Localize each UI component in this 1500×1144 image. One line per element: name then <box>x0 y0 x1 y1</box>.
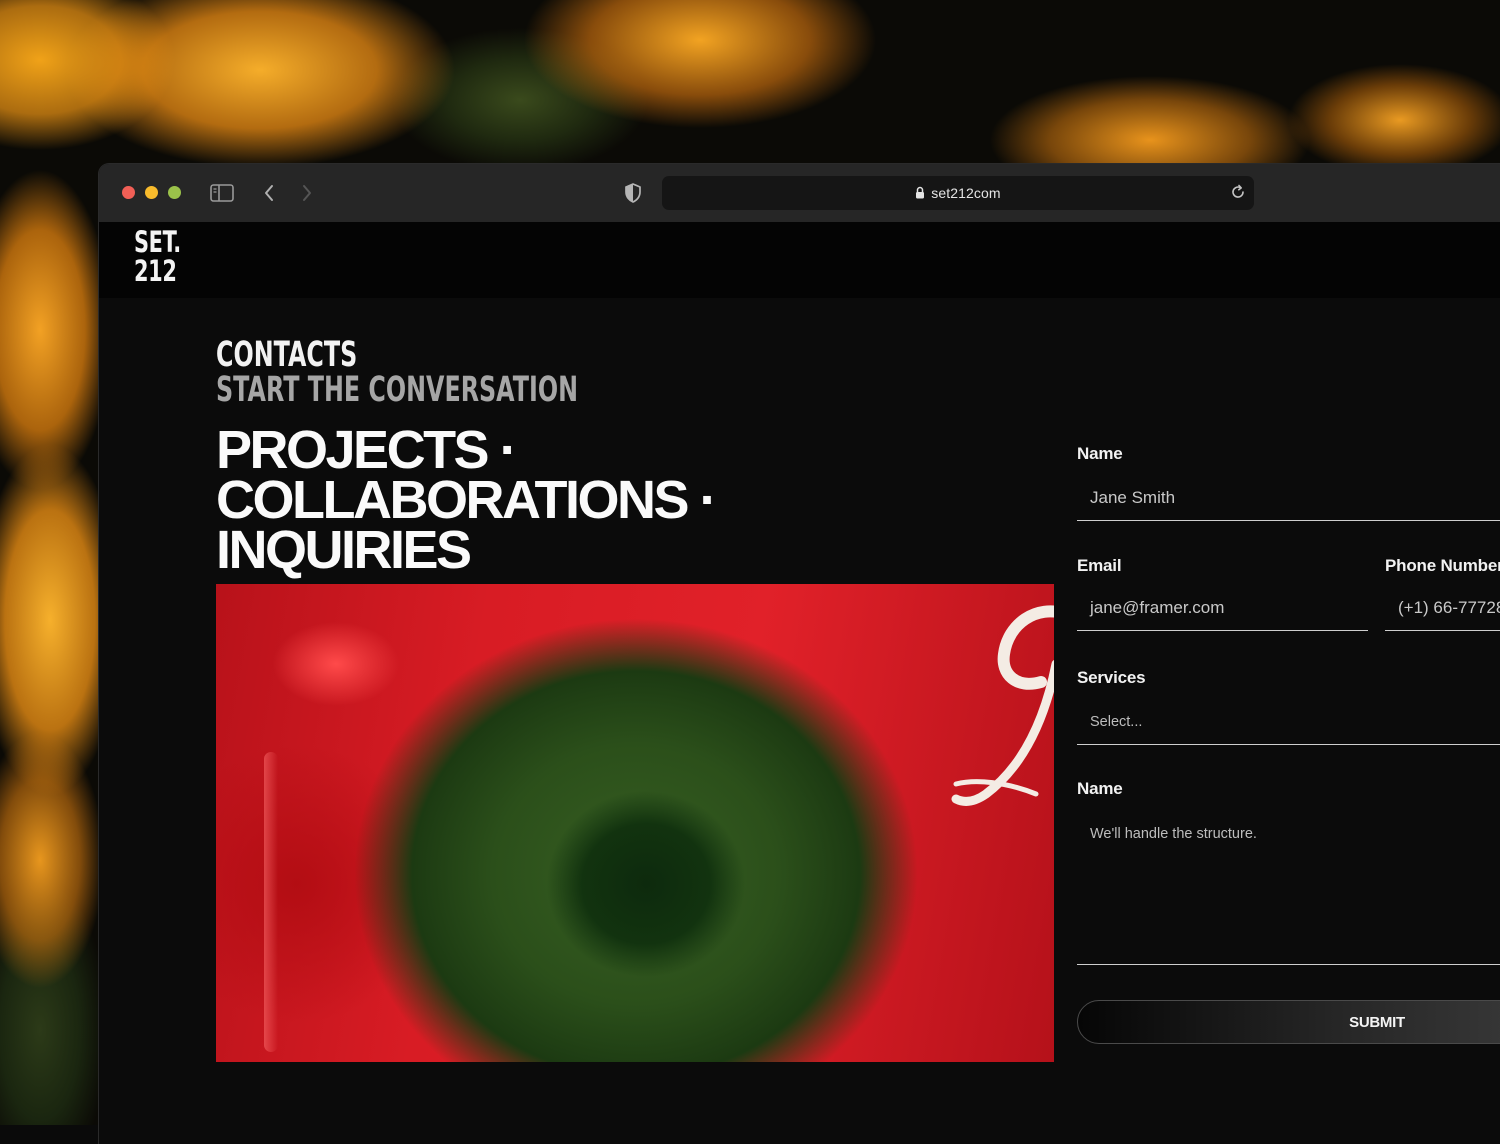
url-text: set212com <box>931 185 1001 201</box>
headline-line: INQUIRIES <box>216 520 472 580</box>
back-arrow-icon[interactable] <box>259 181 279 205</box>
contact-section: CONTACTS START THE CONVERSATION PROJECTS… <box>99 298 1500 1144</box>
privacy-shield-icon[interactable] <box>621 181 645 205</box>
services-placeholder: Select... <box>1090 714 1143 730</box>
services-label: Services <box>1077 668 1146 687</box>
name-value: Jane Smith <box>1090 488 1176 507</box>
name-label: Name <box>1077 444 1123 463</box>
site-header: SET. 212 <box>99 222 1500 298</box>
browser-toolbar: set212com <box>99 164 1500 223</box>
wreath-photo <box>216 584 1054 1062</box>
message-placeholder: We'll handle the structure. <box>1090 826 1257 842</box>
message-textarea[interactable]: We'll handle the structure. <box>1077 808 1500 965</box>
message-label: Name <box>1077 779 1123 798</box>
phone-value: (+1) 66-77728 <box>1398 598 1500 617</box>
zoom-window-button[interactable] <box>168 186 181 199</box>
name-field[interactable]: Jane Smith <box>1077 474 1500 521</box>
script-lettering-graphic <box>951 605 1054 806</box>
lock-icon <box>915 186 925 202</box>
services-select[interactable]: Select... <box>1077 698 1500 745</box>
address-bar[interactable]: set212com <box>662 176 1254 210</box>
section-subtitle: START THE CONVERSATION <box>216 370 579 410</box>
close-window-button[interactable] <box>122 186 135 199</box>
site-logo[interactable]: SET. 212 <box>134 228 181 286</box>
phone-field[interactable]: (+1) 66-77728 <box>1385 586 1500 631</box>
headline: PROJECTS · COLLABORATIONS · INQUIRIES <box>216 420 717 580</box>
browser-window: set212com SET. 212 CONTACTS START THE CO… <box>99 164 1500 1144</box>
headline-line: COLLABORATIONS · <box>216 470 717 530</box>
submit-label: SUBMIT <box>1349 1014 1405 1031</box>
email-value: jane@framer.com <box>1090 598 1225 617</box>
headline-line: PROJECTS · <box>216 420 518 480</box>
submit-button[interactable]: SUBMIT <box>1077 1000 1500 1044</box>
email-field[interactable]: jane@framer.com <box>1077 586 1368 631</box>
section-title: CONTACTS <box>216 335 358 375</box>
forward-arrow-icon[interactable] <box>297 181 317 205</box>
phone-label: Phone Number <box>1385 556 1500 575</box>
section-eyebrow: CONTACTS START THE CONVERSATION <box>216 338 578 408</box>
sidebar-toggle-icon[interactable] <box>209 181 235 205</box>
reload-icon[interactable] <box>1230 184 1246 205</box>
email-label: Email <box>1077 556 1122 575</box>
minimize-window-button[interactable] <box>145 186 158 199</box>
